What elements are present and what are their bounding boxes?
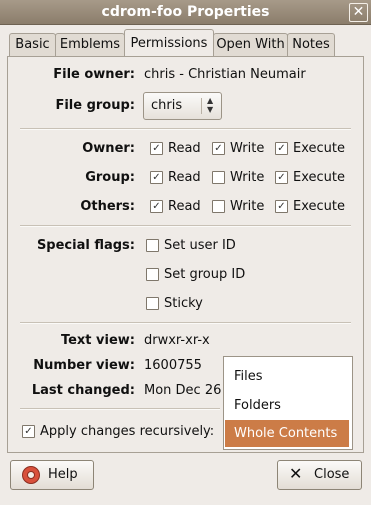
help-button-label: Help xyxy=(48,467,78,482)
text-view-label: Text view: xyxy=(60,333,135,348)
recursive-scope-menu: Files Folders Whole Contents xyxy=(223,356,353,450)
last-changed-label: Last changed: xyxy=(31,383,135,398)
group-write-checkbox[interactable] xyxy=(212,171,225,184)
number-view-label: Number view: xyxy=(33,358,135,373)
file-group-label: File group: xyxy=(55,98,135,113)
group-execute-label: Execute xyxy=(293,170,345,185)
separator xyxy=(20,225,351,227)
last-changed-value: Mon Dec 26 xyxy=(144,383,222,398)
apply-recursive-checkbox[interactable]: ✓ xyxy=(22,425,35,438)
file-owner-value: chris - Christian Neumair xyxy=(144,67,306,82)
number-view-value: 1600755 xyxy=(144,358,202,373)
sticky-label: Sticky xyxy=(164,296,203,311)
window-title: cdrom-foo Properties xyxy=(101,4,270,20)
up-down-arrows-icon: ▲ ▼ xyxy=(207,96,214,114)
close-button[interactable]: ✕ Close xyxy=(277,460,362,490)
owner-read-checkbox[interactable]: ✓ xyxy=(150,142,163,155)
text-view-value: drwxr-xr-x xyxy=(144,333,210,348)
tab-notes[interactable]: Notes xyxy=(287,33,335,57)
menu-item-whole-contents[interactable]: Whole Contents xyxy=(225,420,349,447)
set-user-id-label: Set user ID xyxy=(164,238,236,253)
tab-basic[interactable]: Basic xyxy=(9,33,56,57)
special-flags-label: Special flags: xyxy=(36,238,135,253)
file-owner-label: File owner: xyxy=(53,67,135,82)
owner-write-label: Write xyxy=(230,141,265,156)
owner-perm-label: Owner: xyxy=(82,141,135,156)
group-perm-label: Group: xyxy=(85,170,135,185)
file-group-value: chris xyxy=(151,98,183,113)
combo-separator xyxy=(201,98,202,114)
group-read-label: Read xyxy=(168,170,201,185)
owner-write-checkbox[interactable]: ✓ xyxy=(212,142,225,155)
set-user-id-checkbox[interactable] xyxy=(146,239,159,252)
help-button[interactable]: Help xyxy=(10,460,94,490)
group-read-checkbox[interactable]: ✓ xyxy=(150,171,163,184)
tab-emblems[interactable]: Emblems xyxy=(55,33,125,57)
others-read-label: Read xyxy=(168,199,201,214)
sticky-checkbox[interactable] xyxy=(146,297,159,310)
owner-read-label: Read xyxy=(168,141,201,156)
close-window-icon[interactable]: ✕ xyxy=(349,3,368,22)
others-execute-checkbox[interactable]: ✓ xyxy=(275,200,288,213)
others-write-checkbox[interactable] xyxy=(212,200,225,213)
set-group-id-label: Set group ID xyxy=(164,267,246,282)
others-read-checkbox[interactable]: ✓ xyxy=(150,200,163,213)
close-button-label: Close xyxy=(314,467,350,482)
file-group-combo[interactable]: chris ▲ ▼ xyxy=(143,92,222,120)
others-write-label: Write xyxy=(230,199,265,214)
owner-execute-label: Execute xyxy=(293,141,345,156)
separator xyxy=(20,128,351,130)
separator xyxy=(20,408,220,410)
menu-item-folders[interactable]: Folders xyxy=(225,392,349,419)
group-write-label: Write xyxy=(230,170,265,185)
lifebuoy-icon xyxy=(22,466,40,484)
tab-permissions[interactable]: Permissions xyxy=(124,29,214,58)
others-execute-label: Execute xyxy=(293,199,345,214)
separator xyxy=(20,322,351,324)
menu-item-files[interactable]: Files xyxy=(225,363,349,390)
owner-execute-checkbox[interactable]: ✓ xyxy=(275,142,288,155)
close-x-icon: ✕ xyxy=(289,464,303,483)
others-perm-label: Others: xyxy=(80,199,135,214)
set-group-id-checkbox[interactable] xyxy=(146,268,159,281)
apply-recursive-label: Apply changes recursively: xyxy=(40,424,215,439)
title-bar: cdrom-foo Properties ✕ xyxy=(0,0,371,25)
group-execute-checkbox[interactable]: ✓ xyxy=(275,171,288,184)
tab-open-with[interactable]: Open With xyxy=(213,33,288,57)
